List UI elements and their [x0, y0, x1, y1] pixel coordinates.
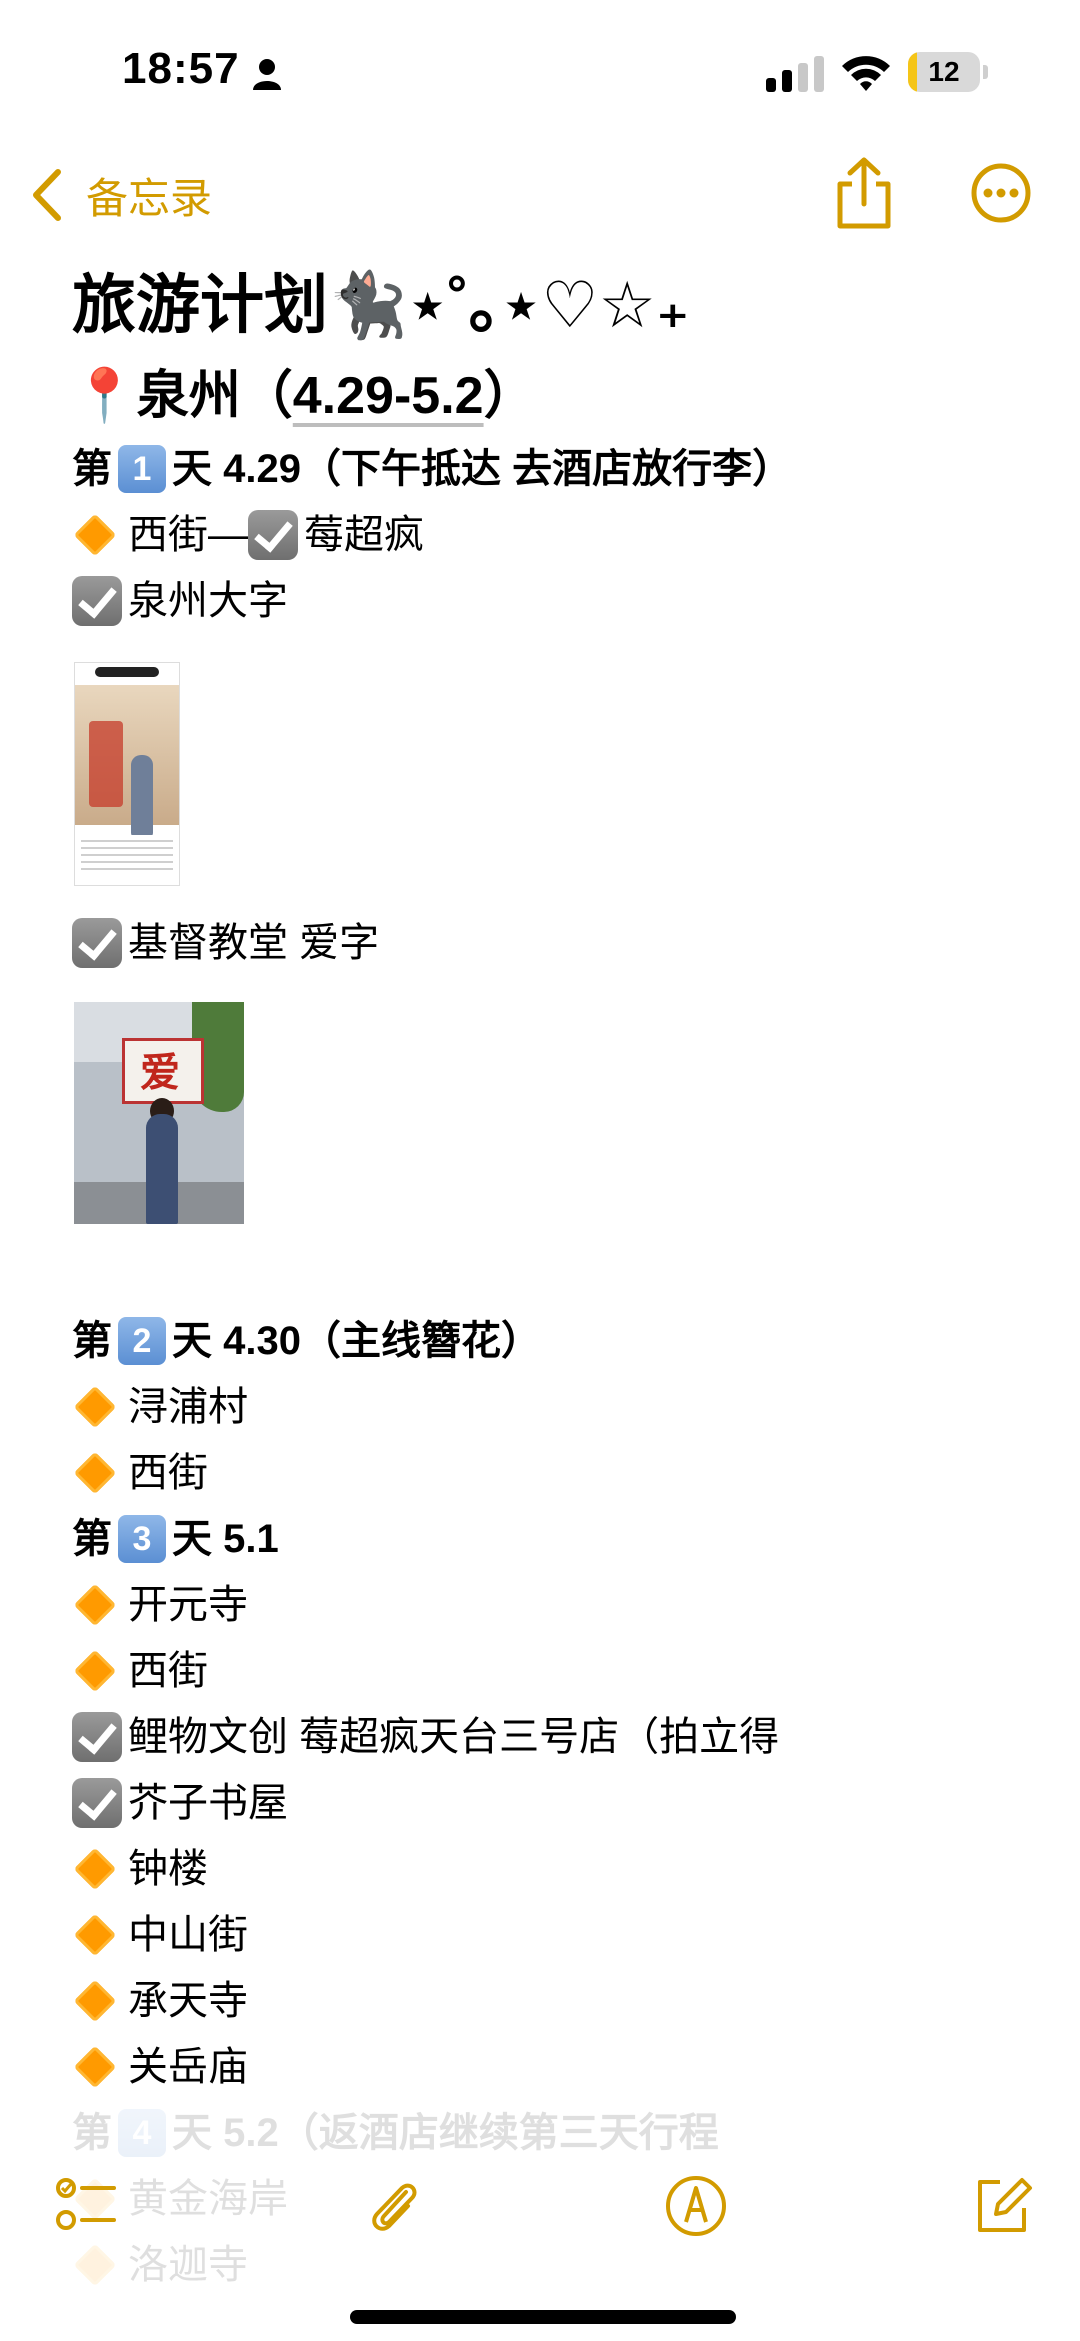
- day2-heading: 第 2 天 4.30（主线簪花）: [72, 1308, 1032, 1374]
- note-body[interactable]: 旅游计划🐈‍⬛⋆˚｡⋆♡☆₊ 📍泉州（4.29-5.2） 第 1 天 4.29（…: [72, 260, 1032, 2298]
- number-2-icon: 2: [118, 1317, 166, 1365]
- check-mark-icon: [72, 1712, 122, 1762]
- share-icon[interactable]: [830, 156, 898, 232]
- orange-diamond-icon: [73, 1649, 117, 1693]
- list-item: 中山街: [72, 1902, 1032, 1968]
- day-prefix: 第: [72, 447, 112, 491]
- item-text: 西街: [128, 1451, 208, 1495]
- item-text: 关岳庙: [128, 2045, 248, 2089]
- paperclip-icon[interactable]: [362, 2174, 426, 2238]
- wifi-icon: [842, 56, 890, 91]
- day-prefix: 第: [72, 1319, 112, 1363]
- item-text: 钟楼: [128, 1847, 208, 1891]
- person-icon: [253, 59, 281, 90]
- orange-diamond-icon: [73, 1979, 117, 2023]
- day-details: 天 4.30（主线簪花）: [172, 1319, 541, 1363]
- day4-heading: 第 4 天 5.2（返酒店继续第三天行程: [72, 2100, 1032, 2166]
- item-text: 芥子书屋: [128, 1781, 288, 1825]
- item-text: 开元寺: [128, 1583, 248, 1627]
- location-close: ）: [483, 367, 536, 425]
- list-item: 西街: [72, 1638, 1032, 1704]
- note-location: 📍泉州（4.29-5.2）: [72, 356, 1032, 436]
- orange-diamond-icon: [73, 1385, 117, 1429]
- back-label: 备忘录: [86, 174, 213, 222]
- number-3-icon: 3: [118, 1515, 166, 1563]
- day3-heading: 第 3 天 5.1: [72, 1506, 1032, 1572]
- item-text: 莓超疯: [304, 513, 424, 557]
- check-mark-icon: [72, 1778, 122, 1828]
- pin-icon: 📍: [72, 367, 137, 425]
- location-date-range[interactable]: 4.29-5.2: [293, 367, 484, 425]
- list-item: 鲤物文创 莓超疯天台三号店（拍立得: [72, 1704, 1032, 1770]
- status-time: 18:57: [122, 44, 240, 93]
- day-prefix: 第: [72, 2111, 112, 2155]
- screenshot-attachment[interactable]: [74, 662, 180, 886]
- photo-sign-text: 爱: [140, 1049, 180, 1096]
- orange-diamond-icon: [73, 513, 117, 557]
- check-mark-icon: [248, 510, 298, 560]
- item-text: 浔浦村: [128, 1385, 248, 1429]
- compose-icon[interactable]: [970, 2174, 1034, 2238]
- list-item: 承天寺: [72, 1968, 1032, 2034]
- item-text: 鲤物文创 莓超疯天台三号店（拍立得: [128, 1715, 780, 1759]
- home-indicator[interactable]: [350, 2310, 736, 2324]
- check-mark-icon: [72, 576, 122, 626]
- day-details: 天 5.2（返酒店继续第三天行程: [172, 2111, 719, 2155]
- checklist-icon[interactable]: [54, 2174, 118, 2238]
- list-item: 泉州大字: [72, 568, 1032, 634]
- item-text: 中山街: [128, 1913, 248, 1957]
- item-text: 基督教堂 爱字: [128, 921, 380, 965]
- list-item: 浔浦村: [72, 1374, 1032, 1440]
- orange-diamond-icon: [73, 2243, 117, 2287]
- cellular-signal-icon: [766, 56, 824, 92]
- day-details: 天 5.1: [172, 1517, 279, 1561]
- orange-diamond-icon: [73, 1913, 117, 1957]
- check-mark-icon: [72, 918, 122, 968]
- orange-diamond-icon: [73, 1847, 117, 1891]
- item-text: 承天寺: [128, 1979, 248, 2023]
- list-item: 西街: [72, 1440, 1032, 1506]
- number-1-icon: 1: [118, 445, 166, 493]
- note-title: 旅游计划🐈‍⬛⋆˚｡⋆♡☆₊: [72, 269, 690, 341]
- battery-icon: 12: [908, 52, 988, 92]
- markup-pen-icon[interactable]: [664, 2174, 728, 2238]
- battery-level: 12: [928, 56, 960, 87]
- orange-diamond-icon: [73, 2045, 117, 2089]
- item-text: 西街—: [128, 513, 248, 557]
- list-item: 钟楼: [72, 1836, 1032, 1902]
- list-item: 芥子书屋: [72, 1770, 1032, 1836]
- bottom-toolbar: [0, 2160, 1080, 2250]
- list-item: 西街— 莓超疯: [72, 502, 1032, 568]
- orange-diamond-icon: [73, 1451, 117, 1495]
- more-icon[interactable]: [970, 162, 1032, 224]
- list-item: 基督教堂 爱字: [72, 910, 1032, 976]
- day1-heading: 第 1 天 4.29（下午抵达 去酒店放行李）: [72, 436, 1032, 502]
- navigation-bar: 备忘录: [0, 150, 1080, 240]
- chevron-left-icon: [33, 169, 61, 221]
- item-text: 西街: [128, 1649, 208, 1693]
- back-button[interactable]: 备忘录: [30, 162, 212, 228]
- location-name: 泉州（: [136, 367, 293, 425]
- list-item: 关岳庙: [72, 2034, 1032, 2100]
- day-prefix: 第: [72, 1517, 112, 1561]
- list-item: 开元寺: [72, 1572, 1032, 1638]
- item-text: 泉州大字: [128, 579, 288, 623]
- orange-diamond-icon: [73, 1583, 117, 1627]
- photo-attachment[interactable]: 爱: [74, 1002, 244, 1224]
- day-details: 天 4.29（下午抵达 去酒店放行李）: [172, 447, 793, 491]
- number-4-icon: 4: [118, 2109, 166, 2157]
- status-bar: 18:57 12: [0, 0, 1080, 140]
